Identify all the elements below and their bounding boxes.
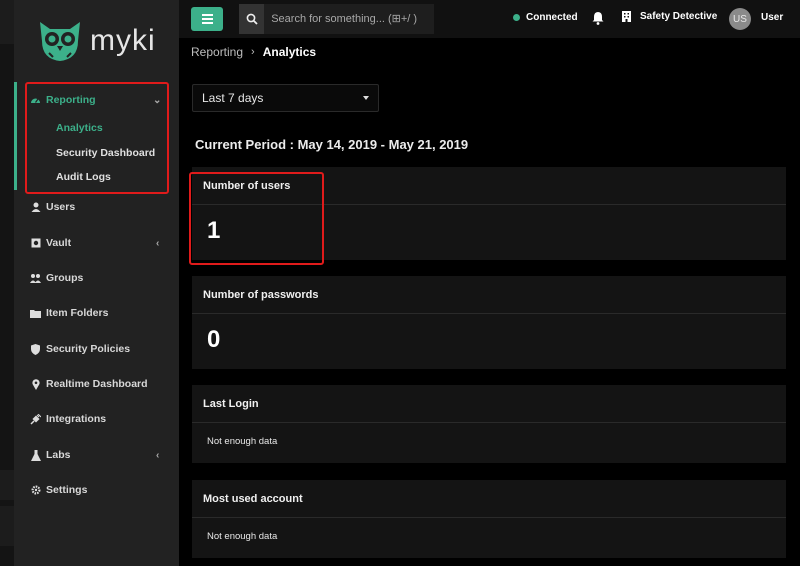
breadcrumb-current: Analytics — [262, 45, 317, 59]
breadcrumb: Reporting › Analytics — [191, 45, 316, 59]
sidebar-item-vault[interactable]: Vault ‹ — [30, 233, 159, 253]
search-input[interactable] — [264, 13, 434, 25]
brand-logo[interactable]: myki — [36, 16, 156, 66]
bell-icon[interactable] — [592, 11, 604, 25]
folder-icon — [30, 308, 41, 319]
company-name: Safety Detective — [640, 11, 718, 22]
sidebar-item-label: Realtime Dashboard — [46, 378, 148, 390]
sidebar-item-groups[interactable]: Groups — [30, 268, 83, 288]
card-last-login: Last Login Not enough data — [192, 385, 786, 463]
highlight-box-users — [189, 172, 324, 265]
sidebar-item-settings[interactable]: Settings — [30, 480, 87, 500]
card-most-used-account: Most used account Not enough data — [192, 480, 786, 558]
app-window: myki Reporting ⌄ Analytics Security Dash… — [0, 0, 800, 566]
users-icon — [30, 273, 41, 284]
building-icon — [622, 11, 631, 22]
sidebar-item-label: Settings — [46, 484, 88, 496]
caret-down-icon — [363, 96, 369, 100]
card-number-of-passwords: Number of passwords 0 — [192, 276, 786, 369]
sidebar-item-users[interactable]: Users — [30, 197, 75, 217]
period-select-value: Last 7 days — [202, 91, 264, 105]
plug-icon — [30, 413, 41, 425]
chevron-right-icon: › — [251, 46, 255, 58]
owl-logo-icon — [40, 22, 80, 61]
gear-icon — [30, 485, 41, 496]
highlight-box-reporting — [25, 82, 169, 194]
search-icon[interactable] — [239, 4, 265, 34]
chevron-left-icon: ‹ — [156, 449, 160, 461]
sidebar-item-label: Labs — [46, 449, 71, 461]
connection-status: Connected — [513, 12, 578, 23]
user-icon — [30, 202, 41, 213]
brand-name: myki — [90, 24, 156, 57]
shield-icon — [30, 343, 41, 355]
menu-toggle-button[interactable] — [191, 7, 223, 31]
sidebar-item-security-policies[interactable]: Security Policies — [30, 339, 130, 359]
sidebar-item-label: Users — [46, 201, 76, 213]
breadcrumb-reporting[interactable]: Reporting — [191, 45, 243, 59]
card-value: 0 — [207, 326, 221, 353]
card-title: Last Login — [192, 385, 786, 423]
sidebar-item-label: Item Folders — [46, 307, 109, 319]
sidebar-item-label: Security Policies — [46, 343, 131, 355]
sidebar-item-integrations[interactable]: Integrations — [30, 409, 106, 429]
card-title: Number of passwords — [192, 276, 786, 314]
company-selector[interactable]: Safety Detective — [622, 11, 717, 22]
active-indicator — [14, 82, 17, 190]
sidebar-item-label: Integrations — [46, 413, 107, 425]
current-period-label: Current Period : May 14, 2019 - May 21, … — [195, 137, 469, 152]
chevron-left-icon: ‹ — [156, 237, 160, 249]
card-value: Not enough data — [207, 531, 278, 542]
sidebar-item-label: Groups — [46, 272, 84, 284]
sidebar-item-item-folders[interactable]: Item Folders — [30, 303, 108, 323]
flask-icon — [30, 449, 41, 461]
card-value: Not enough data — [207, 436, 278, 447]
vault-icon — [30, 238, 41, 249]
topbar: Connected Safety Detective US User — [179, 0, 800, 38]
card-title: Most used account — [192, 480, 786, 518]
period-select[interactable]: Last 7 days — [192, 84, 379, 112]
location-pin-icon — [30, 378, 41, 390]
sidebar-item-label: Vault — [46, 237, 72, 249]
status-label: Connected — [526, 12, 578, 23]
sidebar-item-realtime-dashboard[interactable]: Realtime Dashboard — [30, 374, 148, 394]
search-bar — [239, 4, 434, 34]
sidebar-item-labs[interactable]: Labs ‹ — [30, 445, 159, 465]
left-edge-strip — [0, 0, 14, 566]
user-name[interactable]: User — [761, 12, 783, 23]
status-dot-icon — [513, 14, 520, 21]
avatar[interactable]: US — [729, 8, 751, 30]
